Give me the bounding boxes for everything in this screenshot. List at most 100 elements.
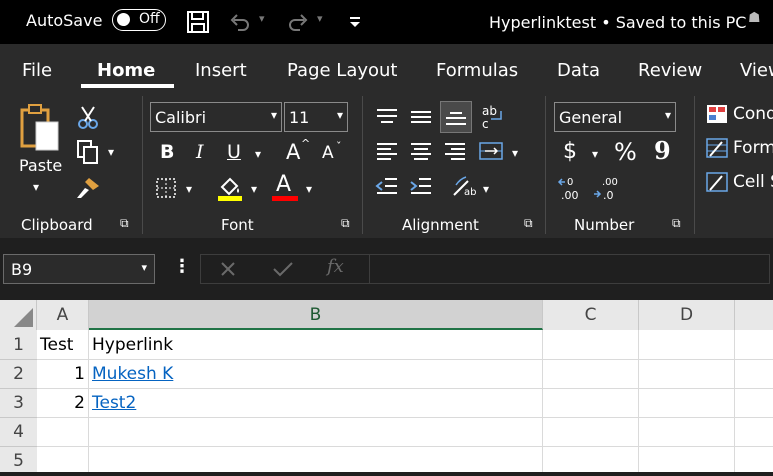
- cell-a1[interactable]: Test: [40, 335, 73, 355]
- percent-button[interactable]: %: [614, 138, 637, 166]
- align-right-icon[interactable]: [441, 138, 469, 164]
- font-name-value: Calibri: [155, 108, 207, 127]
- active-tab-indicator: [81, 84, 174, 88]
- orientation-icon[interactable]: ab: [449, 172, 479, 200]
- underline-dropdown-icon[interactable]: ▾: [255, 147, 261, 161]
- row-header-5[interactable]: 5: [0, 447, 37, 472]
- italic-button[interactable]: I: [196, 141, 204, 163]
- number-format-combo[interactable]: General ▾: [554, 102, 676, 132]
- wrap-text-icon[interactable]: ab c: [478, 102, 506, 132]
- font-name-combo[interactable]: Calibri ▾: [150, 102, 282, 132]
- copy-dropdown-icon[interactable]: ▾: [108, 145, 114, 159]
- more-options-icon[interactable]: ⋮: [173, 256, 191, 277]
- select-all-button[interactable]: [0, 300, 37, 330]
- column-header-a[interactable]: A: [37, 300, 89, 330]
- cell-a3[interactable]: 2: [37, 393, 85, 413]
- tab-data[interactable]: Data: [557, 60, 600, 81]
- tab-file[interactable]: File: [22, 60, 52, 81]
- undo-icon[interactable]: [226, 8, 254, 36]
- format-painter-icon[interactable]: [74, 174, 102, 202]
- save-icon[interactable]: [184, 8, 212, 36]
- paste-label[interactable]: Paste: [19, 156, 62, 175]
- underline-button[interactable]: U: [227, 141, 241, 163]
- gridline: [37, 446, 773, 447]
- number-group-label: Number: [574, 216, 635, 234]
- font-color-button[interactable]: A: [276, 172, 291, 197]
- autosave-toggle[interactable]: Off: [112, 9, 166, 31]
- align-left-icon[interactable]: [373, 138, 401, 164]
- comma-style-button[interactable]: 9: [654, 136, 671, 165]
- separator: [369, 255, 370, 283]
- number-format-value: General: [559, 108, 623, 127]
- cell-b3-link[interactable]: Test2: [92, 393, 136, 413]
- tab-formulas[interactable]: Formulas: [436, 60, 518, 81]
- decrease-decimal-icon[interactable]: .00.0: [592, 174, 622, 202]
- tab-home[interactable]: Home: [97, 60, 155, 81]
- alignment-launcher-icon[interactable]: ⧉: [524, 216, 533, 231]
- cancel-icon[interactable]: [216, 257, 240, 281]
- merge-center-icon[interactable]: [477, 138, 505, 164]
- cut-icon[interactable]: [76, 104, 100, 130]
- currency-button[interactable]: $: [563, 139, 577, 164]
- bold-button[interactable]: B: [160, 141, 174, 163]
- name-box[interactable]: B9 ▾: [3, 254, 155, 284]
- column-header-b[interactable]: B: [89, 300, 543, 330]
- grow-font-button[interactable]: A: [286, 140, 300, 164]
- toggle-state: Off: [139, 11, 160, 27]
- cell-b1[interactable]: Hyperlink: [92, 335, 173, 355]
- borders-icon[interactable]: [153, 176, 179, 200]
- paste-dropdown-icon[interactable]: ▾: [33, 180, 39, 194]
- borders-dropdown-icon[interactable]: ▾: [186, 182, 192, 196]
- redo-dropdown-icon[interactable]: ▾: [317, 12, 323, 25]
- orientation-dropdown-icon[interactable]: ▾: [483, 182, 489, 196]
- conditional-formatting-icon[interactable]: [705, 103, 729, 125]
- fill-color-icon[interactable]: [216, 174, 244, 202]
- format-as-table-icon[interactable]: [705, 137, 729, 159]
- column-header-e[interactable]: [735, 300, 773, 330]
- conditional-formatting-button[interactable]: Cond: [733, 104, 773, 124]
- merge-dropdown-icon[interactable]: ▾: [512, 146, 518, 160]
- tab-review[interactable]: Review: [638, 60, 702, 81]
- column-header-d[interactable]: D: [639, 300, 735, 330]
- copy-icon[interactable]: [74, 138, 102, 166]
- fill-color-dropdown-icon[interactable]: ▾: [251, 182, 257, 196]
- cell-a2[interactable]: 1: [37, 364, 85, 384]
- clipboard-launcher-icon[interactable]: ⧉: [120, 216, 129, 231]
- enter-check-icon[interactable]: [270, 257, 296, 281]
- clipboard-group-label: Clipboard: [21, 216, 93, 234]
- row-header-1[interactable]: 1: [0, 330, 37, 360]
- align-top-icon[interactable]: [373, 104, 401, 130]
- inc-decimal-text: .00: [561, 189, 579, 202]
- align-bottom-icon[interactable]: [440, 101, 472, 133]
- format-as-table-button[interactable]: Form: [733, 138, 773, 158]
- row-header-4[interactable]: 4: [0, 418, 37, 447]
- currency-dropdown-icon[interactable]: ▾: [592, 147, 598, 161]
- undo-dropdown-icon[interactable]: ▾: [259, 12, 265, 25]
- row-header-3[interactable]: 3: [0, 389, 37, 418]
- tab-view[interactable]: View: [740, 60, 773, 81]
- redo-icon[interactable]: [284, 8, 312, 36]
- align-center-icon[interactable]: [407, 138, 435, 164]
- tab-insert[interactable]: Insert: [195, 60, 247, 81]
- align-middle-icon[interactable]: [407, 104, 435, 130]
- svg-text:c: c: [482, 117, 489, 131]
- font-launcher-icon[interactable]: ⧉: [341, 216, 350, 231]
- paste-icon[interactable]: [18, 102, 62, 154]
- number-launcher-icon[interactable]: ⧉: [672, 216, 681, 231]
- svg-text:.00: .00: [602, 177, 618, 188]
- decrease-indent-icon[interactable]: [373, 173, 401, 199]
- font-size-combo[interactable]: 11 ▾: [284, 102, 348, 132]
- row-header-2[interactable]: 2: [0, 360, 37, 389]
- customize-toolbar-icon[interactable]: [344, 10, 366, 34]
- cell-b2-link[interactable]: Mukesh K: [92, 364, 173, 384]
- insert-function-button[interactable]: fx: [327, 256, 344, 277]
- column-header-c[interactable]: C: [543, 300, 639, 330]
- increase-decimal-icon[interactable]: 0.00: [557, 174, 587, 202]
- cell-styles-button[interactable]: Cell S: [733, 172, 773, 192]
- font-color-dropdown-icon[interactable]: ▾: [306, 182, 312, 196]
- shrink-font-button[interactable]: A: [322, 143, 334, 163]
- tab-page-layout[interactable]: Page Layout: [287, 60, 398, 81]
- increase-indent-icon[interactable]: [407, 173, 435, 199]
- cell-styles-icon[interactable]: [705, 171, 729, 193]
- shrink-font-caret-icon: ˇ: [336, 140, 342, 153]
